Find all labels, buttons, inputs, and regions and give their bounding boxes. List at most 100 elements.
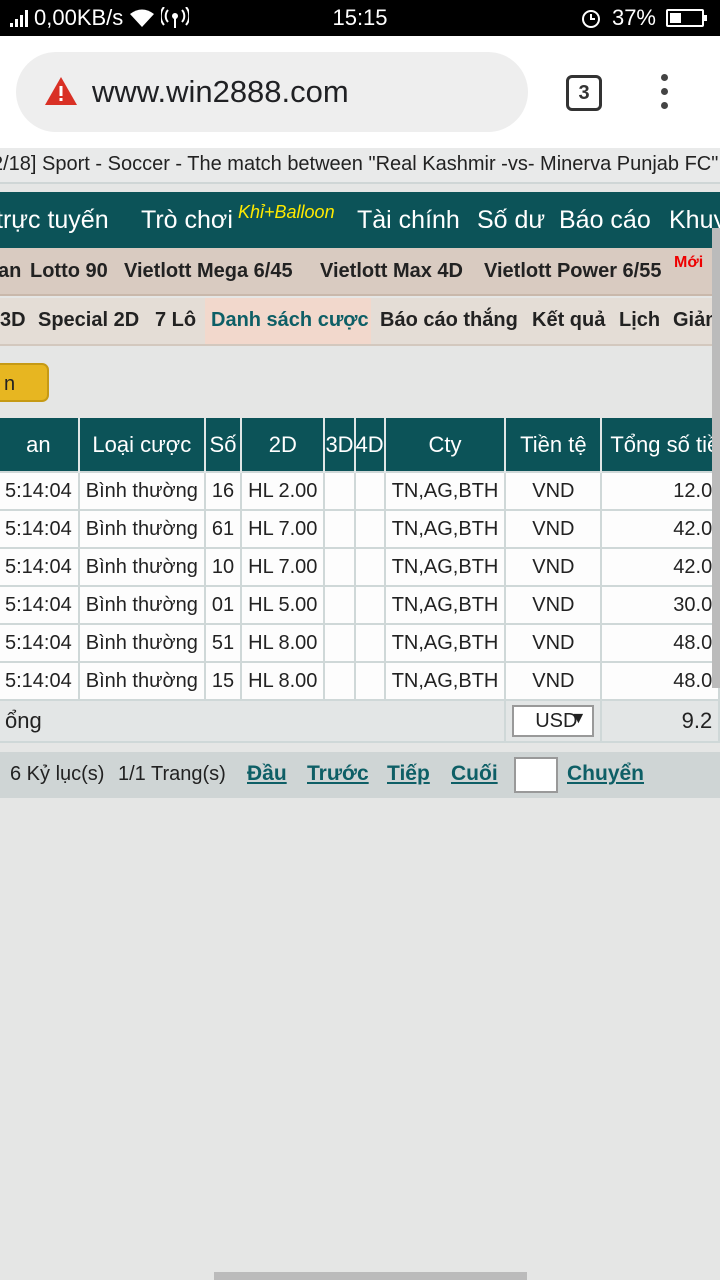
vertical-scrollbar[interactable] [712, 228, 720, 688]
tab-schedule[interactable]: Lịch [619, 309, 660, 332]
cell-currency: VND [504, 471, 603, 511]
tab-3d[interactable]: 3D [0, 309, 26, 332]
cell-total: 12.0 [600, 471, 720, 511]
bet-table-wrap: an Loại cược Số 2D 3D 4D Cty Tiền tệ Tổn… [0, 418, 720, 743]
warning-icon[interactable] [44, 76, 78, 106]
cell-currency: VND [504, 509, 603, 549]
cell-currency: VND [504, 623, 603, 663]
col-time: an [0, 418, 79, 472]
tab-win-report[interactable]: Báo cáo thắng [380, 309, 518, 332]
bet-table: an Loại cược Số 2D 3D 4D Cty Tiền tệ Tổn… [0, 418, 720, 743]
cell-3d [323, 623, 356, 663]
horizontal-scrollbar[interactable] [214, 1272, 527, 1280]
page-number-input[interactable] [514, 757, 558, 793]
browser-toolbar: www.win2888.com 3 [0, 36, 720, 148]
subnav-power655[interactable]: Vietlott Power 6/55 [484, 260, 661, 283]
cell-company: TN,AG,BTH [383, 661, 507, 701]
cell-total: 48.0 [600, 661, 720, 701]
cell-bet-type: Bình thường [77, 661, 206, 701]
col-bet-type: Loại cược [77, 418, 205, 472]
subnav-item[interactable]: an [0, 260, 21, 283]
cell-4d [353, 471, 386, 511]
go-page-link[interactable]: Chuyển [567, 762, 644, 786]
cell-number: 15 [203, 661, 243, 701]
nav-live[interactable]: trực tuyến [0, 206, 109, 235]
tab-7lo[interactable]: 7 Lô [155, 309, 196, 332]
more-menu-icon[interactable] [652, 74, 676, 114]
cell-2d: HL 7.00 [240, 547, 326, 587]
table-row: 5:14:04 Bình thường 15 HL 8.00 TN,AG,BTH VND 4… [0, 661, 720, 701]
col-currency: Tiền tệ [504, 418, 602, 472]
cell-bet-type: Bình thường [77, 623, 206, 663]
url-text[interactable]: www.win2888.com [92, 74, 349, 110]
cell-time: 5:14:04 [0, 585, 80, 625]
cell-currency: VND [504, 547, 603, 587]
cell-3d [323, 471, 356, 511]
table-row: 5:14:04 Bình thường 10 HL 7.00 TN,AG,BTH VND 4… [0, 547, 720, 587]
last-page-link[interactable]: Cuối [451, 762, 498, 786]
subnav-mega645[interactable]: Vietlott Mega 6/45 [124, 260, 293, 283]
subnav-max4d[interactable]: Vietlott Max 4D [320, 260, 463, 283]
main-nav: trực tuyến Trò chơi Khỉ+Balloon Tài chín… [0, 192, 720, 248]
cell-bet-type: Bình thường [77, 547, 206, 587]
cell-time: 5:14:04 [0, 471, 80, 511]
table-row: 5:14:04 Bình thường 01 HL 5.00 TN,AG,BTH VND 3… [0, 585, 720, 625]
cell-2d: HL 8.00 [240, 623, 326, 663]
news-ticker: 2/18] Sport - Soccer - The match between… [0, 148, 720, 184]
nav-reports[interactable]: Báo cáo [559, 206, 651, 235]
tab-bet-list[interactable]: Danh sách cược [211, 309, 369, 332]
game-subnav: an Lotto 90 Vietlott Mega 6/45 Vietlott … [0, 248, 720, 296]
cell-3d [323, 661, 356, 701]
cell-4d [353, 585, 386, 625]
nav-balance[interactable]: Số dư [477, 206, 545, 235]
next-page-link[interactable]: Tiếp [387, 762, 430, 786]
tab-results[interactable]: Kết quả [532, 309, 605, 332]
record-count: 6 Kỷ lục(s) [10, 763, 105, 785]
col-3d: 3D [323, 418, 355, 472]
cell-company: TN,AG,BTH [383, 471, 507, 511]
nav-finance[interactable]: Tài chính [357, 206, 460, 235]
new-badge: Mới [674, 254, 704, 271]
status-bar: 0,00KB/s 15:15 37% [0, 0, 720, 36]
prev-page-link[interactable]: Trước [307, 762, 369, 786]
col-2d: 2D [240, 418, 325, 472]
address-bar[interactable]: www.win2888.com [16, 52, 528, 132]
currency-select[interactable]: USD ▼ [512, 705, 595, 737]
subnav-lotto90[interactable]: Lotto 90 [30, 260, 108, 283]
cell-currency: VND [504, 661, 603, 701]
pagination: 6 Kỷ lục(s) 1/1 Trang(s) Đầu Trước Tiếp … [0, 752, 720, 798]
nav-games[interactable]: Trò chơi [141, 206, 233, 235]
total-currency-cell: USD ▼ [504, 699, 603, 743]
nav-games-badge: Khỉ+Balloon [238, 202, 335, 222]
col-4d: 4D [353, 418, 385, 472]
cell-3d [323, 547, 356, 587]
cell-2d: HL 8.00 [240, 661, 326, 701]
tab-special-2d[interactable]: Special 2D [38, 309, 139, 332]
cell-3d [323, 509, 356, 549]
table-row: 5:14:04 Bình thường 16 HL 2.00 TN,AG,BTH VND 1… [0, 471, 720, 511]
table-row: 5:14:04 Bình thường 51 HL 8.00 TN,AG,BTH VND 4… [0, 623, 720, 663]
cell-4d [353, 547, 386, 587]
cell-time: 5:14:04 [0, 623, 80, 663]
battery-percent: 37% [611, 5, 656, 30]
cell-4d [353, 509, 386, 549]
first-page-link[interactable]: Đầu [247, 762, 287, 786]
cell-total: 30.0 [600, 585, 720, 625]
cell-total: 42.0 [600, 509, 720, 549]
cell-company: TN,AG,BTH [383, 509, 507, 549]
cell-3d [323, 585, 356, 625]
cell-total: 48.0 [600, 623, 720, 663]
total-label: ổng [0, 699, 507, 743]
battery-icon [666, 9, 707, 27]
cell-4d [353, 661, 386, 701]
cell-company: TN,AG,BTH [383, 623, 507, 663]
page-count: 1/1 Trang(s) [118, 763, 226, 785]
lottery-subnav: 3D Special 2D 7 Lô Danh sách cược Báo cá… [0, 298, 720, 346]
tab-switcher-button[interactable]: 3 [566, 75, 602, 111]
cell-time: 5:14:04 [0, 509, 80, 549]
cell-bet-type: Bình thường [77, 509, 206, 549]
search-button[interactable]: n [0, 363, 49, 402]
cell-2d: HL 2.00 [240, 471, 326, 511]
cell-number: 16 [203, 471, 243, 511]
cell-2d: HL 7.00 [240, 509, 326, 549]
